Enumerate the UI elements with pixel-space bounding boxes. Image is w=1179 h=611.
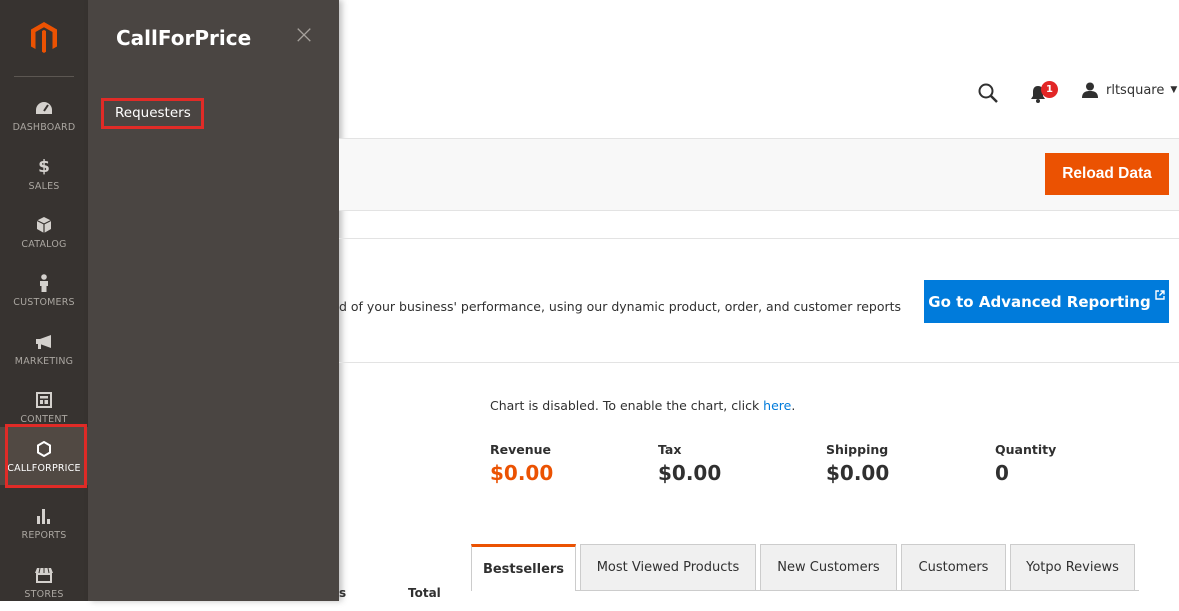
tab-new-customers[interactable]: New Customers (760, 544, 897, 591)
table-header-total: Total (408, 586, 441, 600)
submenu-title: CallForPrice (116, 26, 252, 50)
nav-label: STORES (24, 588, 64, 600)
nav-label: CUSTOMERS (13, 296, 75, 308)
chart-disabled-text: Chart is disabled. To enable the chart, … (490, 398, 764, 413)
chart-disabled-period: . (791, 398, 796, 413)
store-icon (35, 565, 53, 585)
chevron-down-icon: ▼ (1170, 85, 1178, 95)
nav-catalog[interactable]: CATALOG (0, 203, 88, 261)
nav-label: DASHBOARD (12, 121, 76, 133)
totals-label: Quantity (995, 442, 1057, 457)
box-icon (37, 215, 51, 235)
nav-label: SALES (28, 180, 60, 192)
totals-value: $0.00 (658, 461, 722, 485)
bar-chart-icon (36, 506, 52, 526)
tab-bestsellers[interactable]: Bestsellers (471, 544, 576, 591)
tab-yotpo-reviews[interactable]: Yotpo Reviews (1010, 544, 1135, 591)
nav-label: CONTENT (20, 413, 68, 425)
nav-label: CALLFORPRICE (7, 462, 81, 474)
search-icon (978, 83, 998, 103)
reload-data-button[interactable]: Reload Data (1045, 153, 1169, 195)
advanced-reporting-text: d of your business' performance, using o… (339, 299, 902, 314)
close-icon[interactable]: × (292, 22, 316, 48)
tab-most-viewed-products[interactable]: Most Viewed Products (580, 544, 756, 591)
totals-revenue: Revenue $0.00 (490, 442, 553, 485)
advanced-reporting-label: Go to Advanced Reporting (928, 292, 1151, 311)
totals-quantity: Quantity 0 (995, 442, 1056, 485)
hexagon-icon (37, 439, 51, 459)
totals-value: 0 (995, 461, 1009, 485)
totals-tax: Tax $0.00 (658, 442, 721, 485)
search-button[interactable] (977, 82, 999, 104)
totals-value: $0.00 (490, 461, 554, 485)
callforprice-submenu: CallForPrice × Requesters (88, 0, 339, 601)
user-icon (1082, 82, 1098, 98)
totals-value: $0.00 (826, 461, 890, 485)
nav-sales[interactable]: $ SALES (0, 145, 88, 203)
nav-reports[interactable]: REPORTS (0, 494, 88, 552)
username: rltsquare (1106, 82, 1165, 98)
totals-label: Revenue (490, 442, 552, 457)
external-link-icon (1154, 290, 1165, 303)
table-header-partial: s (339, 586, 347, 600)
notifications-badge: 1 (1041, 81, 1058, 98)
nav-customers[interactable]: CUSTOMERS (0, 261, 88, 319)
nav-label: MARKETING (14, 355, 74, 367)
user-menu[interactable]: rltsquare ▼ (1082, 82, 1177, 98)
chart-disabled-notice: Chart is disabled. To enable the chart, … (490, 398, 795, 413)
nav-label: REPORTS (21, 529, 67, 541)
nav-label: CATALOG (21, 238, 67, 250)
totals-label: Shipping (826, 442, 889, 457)
submenu-link-requesters[interactable]: Requesters (104, 99, 218, 127)
magento-logo[interactable] (0, 0, 88, 76)
totals-label: Tax (658, 442, 682, 457)
person-icon (39, 273, 49, 293)
tab-customers[interactable]: Customers (901, 544, 1006, 591)
admin-sidebar: DASHBOARD $ SALES CATALOG CUSTOMERS MARK… (0, 0, 88, 601)
nav-marketing[interactable]: MARKETING (0, 320, 88, 378)
totals-shipping: Shipping $0.00 (826, 442, 889, 485)
advanced-reporting-button[interactable]: Go to Advanced Reporting (924, 280, 1169, 323)
dollar-icon: $ (38, 156, 50, 177)
layout-icon (36, 390, 52, 410)
megaphone-icon (35, 332, 53, 352)
magento-logo-icon (31, 22, 57, 53)
dashboard-icon (35, 98, 53, 118)
enable-chart-link[interactable]: here (763, 398, 791, 413)
logo-divider (14, 76, 74, 77)
nav-dashboard[interactable]: DASHBOARD (0, 86, 88, 144)
nav-callforprice[interactable]: CALLFORPRICE (0, 427, 88, 485)
nav-stores[interactable]: STORES (0, 553, 88, 611)
